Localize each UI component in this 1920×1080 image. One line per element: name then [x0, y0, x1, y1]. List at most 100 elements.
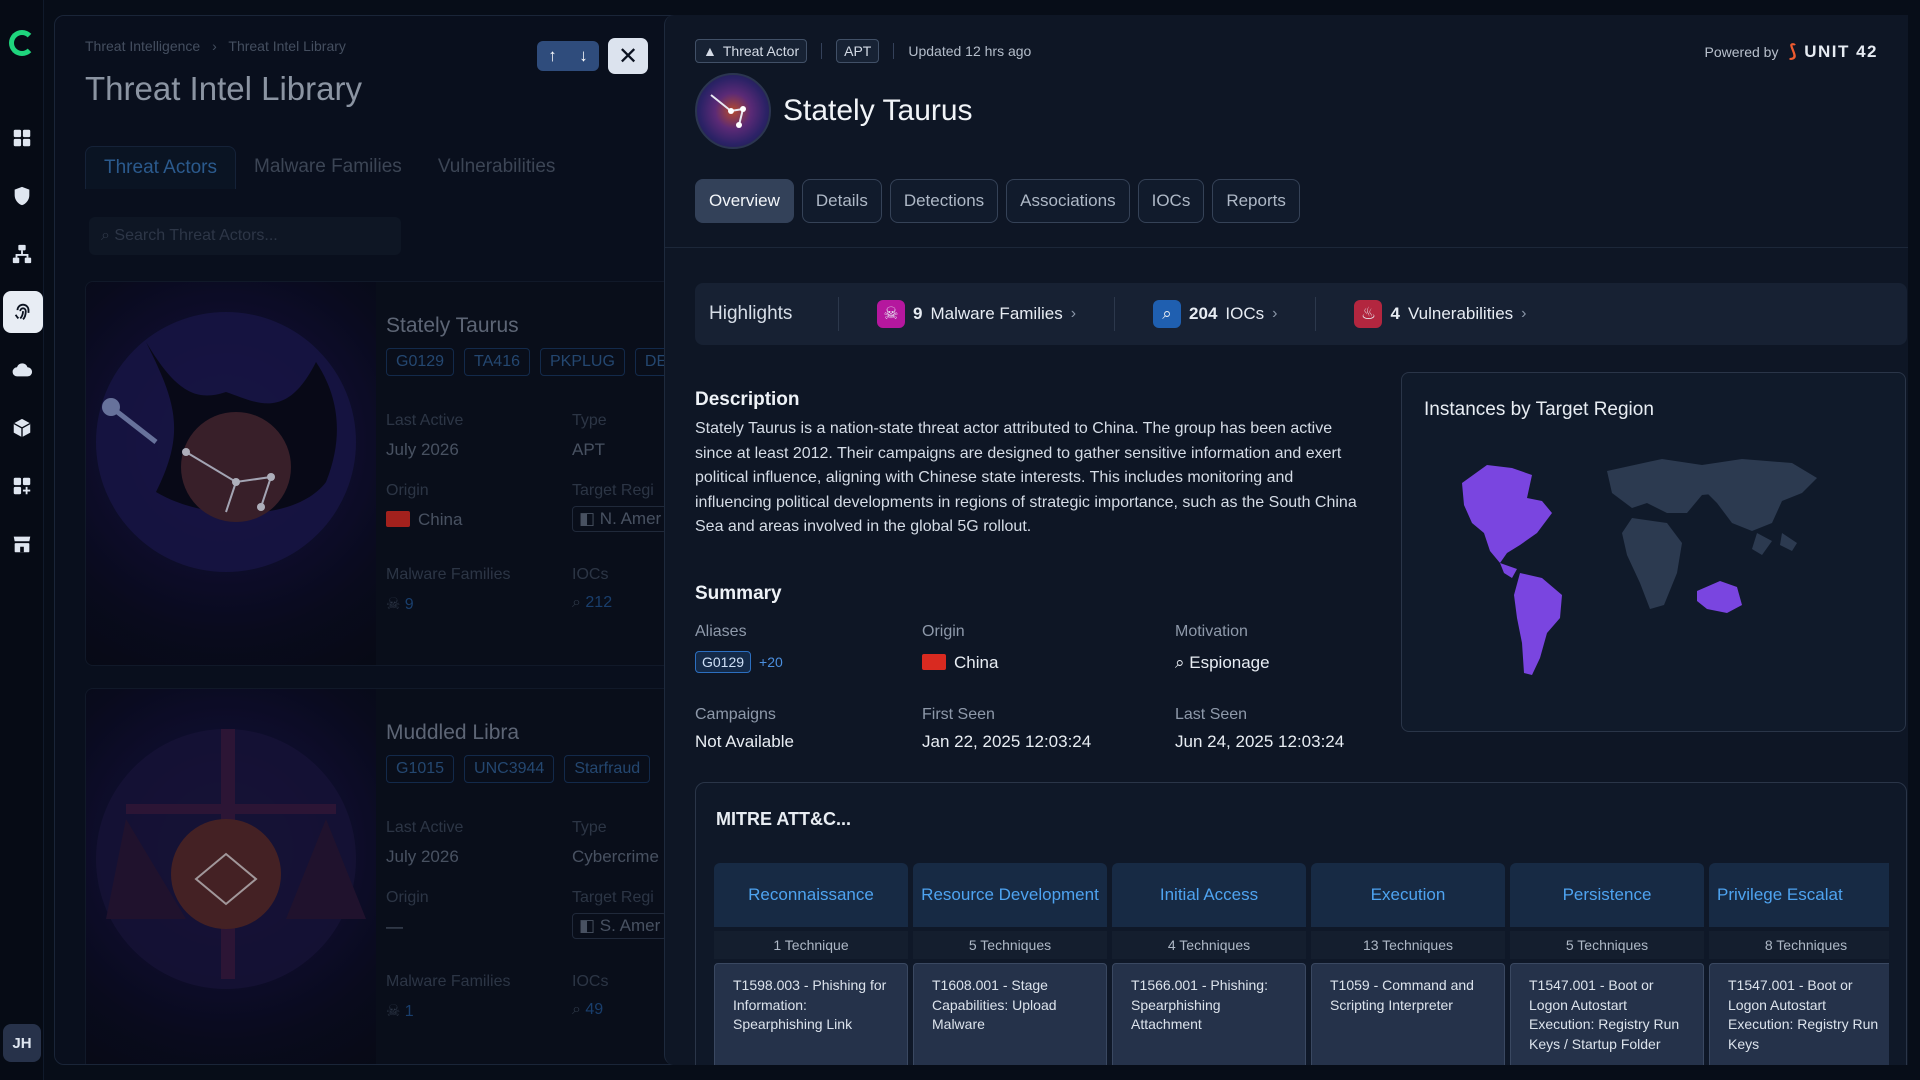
network-icon[interactable] — [8, 240, 36, 268]
alias-chip[interactable]: G0129 — [695, 651, 752, 673]
divider — [893, 43, 895, 59]
malware-count-text: 1 — [404, 1003, 414, 1020]
tab-vulnerabilities[interactable]: Vulnerabilities — [420, 146, 574, 189]
library-tabs: Threat Actors Malware Families Vulnerabi… — [85, 146, 573, 189]
search-icon: ⌕ — [572, 594, 586, 611]
search-placeholder: Search Threat Actors... — [114, 227, 278, 244]
magnifier-icon: ⌕ — [1175, 653, 1190, 672]
tab-detections[interactable]: Detections — [889, 179, 999, 223]
updated-text: Updated 12 hrs ago — [908, 43, 1032, 59]
tactic-header[interactable]: Resource Development — [913, 863, 1107, 927]
tactic-header[interactable]: Execution — [1311, 863, 1505, 927]
tag[interactable]: TA416 — [464, 348, 530, 376]
user-avatar[interactable]: JH — [3, 1024, 41, 1062]
tactic-header[interactable]: Persistence — [1510, 863, 1704, 927]
tab-overview[interactable]: Overview — [695, 179, 794, 223]
world-map[interactable] — [1402, 373, 1907, 733]
last-active-label: Last Active — [386, 819, 464, 836]
powered-by: Powered by ⟆ UNIT 42 — [1705, 41, 1878, 62]
highlight-malware-families[interactable]: ☠ 9 Malware Families › — [839, 297, 1116, 331]
tab-associations[interactable]: Associations — [1006, 179, 1130, 223]
origin-value: — — [386, 917, 403, 936]
powered-by-text: Powered by — [1704, 43, 1779, 60]
highlight-count: 9 — [913, 304, 923, 323]
iocs-count: ⌕ 49 — [572, 1001, 603, 1019]
origin-label: Origin — [922, 623, 965, 640]
search-input[interactable]: ⌕ Search Threat Actors... — [89, 217, 401, 255]
skull-icon: ☠ — [877, 300, 905, 328]
fingerprint-icon[interactable] — [3, 291, 43, 333]
tab-threat-actors[interactable]: Threat Actors — [85, 146, 236, 189]
origin-text: China — [954, 653, 999, 672]
tab-malware-families[interactable]: Malware Families — [236, 146, 420, 189]
actor-artwork — [86, 282, 376, 665]
technique-card[interactable]: T1547.001 - Boot or Logon Autostart Exec… — [1510, 963, 1704, 1065]
chevron-right-icon: › — [1521, 305, 1527, 322]
tag[interactable]: Starfraud — [564, 755, 651, 783]
breadcrumb-item[interactable]: Threat Intelligence — [85, 38, 200, 54]
close-icon: ✕ — [617, 42, 639, 70]
technique-card[interactable]: T1059 - Command and Scripting Interprete… — [1311, 963, 1505, 1065]
motivation-text: Espionage — [1189, 653, 1270, 672]
tactic-column: Execution 13 Techniques T1059 - Command … — [1311, 863, 1505, 1065]
actor-title: Stately Taurus — [783, 94, 973, 127]
origin-label: Origin — [386, 889, 429, 906]
tactic-header[interactable]: Privilege Escalat — [1709, 863, 1889, 927]
tab-details[interactable]: Details — [801, 179, 882, 223]
arrow-up-icon[interactable]: ↑ — [548, 46, 557, 66]
highlight-iocs[interactable]: ⌕ 204 IOCs › — [1115, 297, 1317, 331]
close-button[interactable]: ✕ — [608, 38, 648, 74]
technique-count: 5 Techniques — [913, 931, 1107, 959]
tactic-column: Initial Access 4 Techniques T1566.001 - … — [1112, 863, 1306, 1065]
apps-add-icon[interactable] — [8, 472, 36, 500]
last-active-value: July 2026 — [386, 440, 459, 459]
iocs-count-text: 49 — [585, 1001, 604, 1018]
unit42-logo: ⟆ UNIT 42 — [1788, 41, 1878, 62]
prev-next-controls: ↑ ↓ — [537, 41, 599, 71]
divider — [821, 43, 823, 59]
technique-card[interactable]: T1547.001 - Boot or Logon Autostart Exec… — [1709, 963, 1889, 1065]
cloud-icon[interactable] — [8, 356, 36, 384]
technique-count: 4 Techniques — [1112, 931, 1306, 959]
tactic-header[interactable]: Initial Access — [1112, 863, 1306, 927]
detail-tabs: Overview Details Detections Associations… — [695, 179, 1300, 223]
malware-label: Malware Families — [386, 973, 511, 990]
marketplace-icon[interactable] — [8, 530, 36, 558]
motivation-label: Motivation — [1175, 623, 1248, 640]
breadcrumb: Threat Intelligence › Threat Intel Libra… — [85, 38, 346, 54]
actor-card[interactable]: Stately Taurus G0129 TA416 PKPLUG DE Las… — [85, 281, 683, 666]
unit42-mark-icon: ⟆ — [1788, 41, 1799, 61]
tag[interactable]: G0129 — [386, 348, 455, 376]
malware-count: ☠ 1 — [386, 1001, 414, 1021]
tactic-header[interactable]: Reconnaissance — [714, 863, 908, 927]
tab-iocs[interactable]: IOCs — [1137, 179, 1205, 223]
cube-icon[interactable] — [8, 414, 36, 442]
region-text: S. Amer — [599, 916, 661, 935]
region-text: N. Amer — [599, 509, 662, 528]
highlight-label: Malware Families — [930, 304, 1063, 323]
highlight-vulnerabilities[interactable]: ♨ 4 Vulnerabilities › — [1316, 297, 1564, 331]
more-aliases-link[interactable]: +20 — [759, 654, 783, 670]
technique-count: 8 Techniques — [1709, 931, 1889, 959]
technique-count: 1 Technique — [714, 931, 908, 959]
technique-card[interactable]: T1598.003 - Phishing for Information: Sp… — [714, 963, 908, 1065]
tactic-column: Resource Development 5 Techniques T1608.… — [913, 863, 1107, 1065]
skull-icon: ☠ — [386, 1003, 405, 1020]
search-icon: ⌕ — [101, 227, 115, 244]
dashboard-icon[interactable] — [8, 124, 36, 152]
actor-card[interactable]: Muddled Libra G1015 UNC3944 Starfraud La… — [85, 688, 683, 1064]
arrow-down-icon[interactable]: ↓ — [579, 46, 588, 66]
app-logo-icon[interactable] — [9, 30, 35, 56]
tab-reports[interactable]: Reports — [1212, 179, 1300, 223]
tag[interactable]: UNC3944 — [464, 755, 555, 783]
highlights-bar: Highlights ☠ 9 Malware Families › ⌕ 204 … — [695, 283, 1907, 345]
badge-text: Threat Actor — [722, 43, 800, 59]
tag[interactable]: G1015 — [386, 755, 455, 783]
shield-icon[interactable] — [8, 182, 36, 210]
breadcrumb-item[interactable]: Threat Intel Library — [228, 38, 346, 54]
technique-card[interactable]: T1608.001 - Stage Capabilities: Upload M… — [913, 963, 1107, 1065]
tactic-overflow-clip: Privilege Escalat 8 Techniques T1547.001… — [1709, 783, 1889, 1065]
tag[interactable]: PKPLUG — [540, 348, 625, 376]
summary-title: Summary — [695, 583, 782, 604]
technique-card[interactable]: T1566.001 - Phishing: Spearphishing Atta… — [1112, 963, 1306, 1065]
